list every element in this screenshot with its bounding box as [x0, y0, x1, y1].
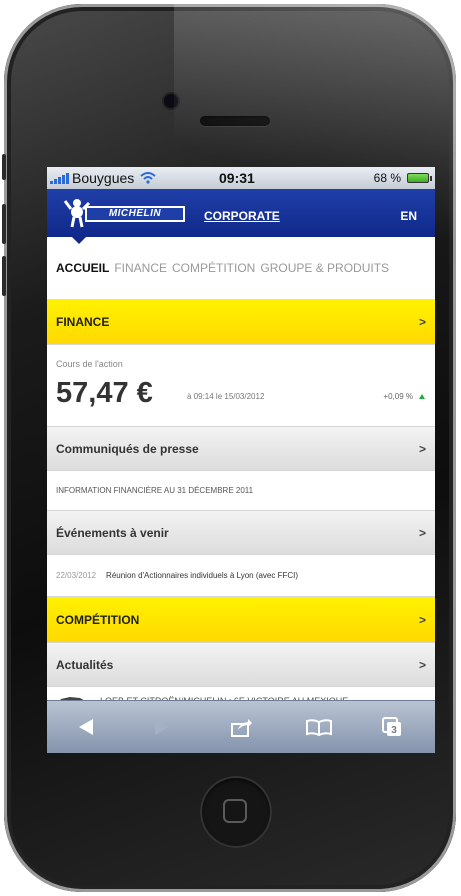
- signal-strength-icon: [50, 172, 69, 184]
- battery-percent: 68 %: [373, 171, 401, 185]
- chevron-right-icon: >: [418, 314, 426, 329]
- clock: 09:31: [219, 170, 255, 186]
- share-button[interactable]: [227, 701, 257, 753]
- event-date: 22/03/2012: [56, 571, 97, 580]
- main-nav-tabs: ACCUEIL FINANCE COMPÉTITION GROUPE & PRO…: [47, 237, 435, 299]
- volume-up-button: [2, 204, 6, 244]
- press-release-item[interactable]: INFORMATION FINANCIÈRE AU 31 DÉCEMBRE 20…: [47, 471, 435, 511]
- chevron-right-icon: >: [418, 657, 426, 672]
- press-releases-title: Communiqués de presse: [56, 441, 199, 456]
- carrier-name: Bouygues: [72, 170, 135, 186]
- stock-label: Cours de l'action: [56, 359, 123, 369]
- front-camera: [164, 94, 178, 108]
- battery-icon: [407, 173, 432, 183]
- stock-price: 57,47 €: [56, 377, 153, 409]
- news-header[interactable]: Actualités >: [47, 643, 435, 687]
- mute-switch: [2, 154, 6, 180]
- tab-finance[interactable]: FINANCE: [114, 261, 167, 275]
- chevron-right-icon: >: [418, 612, 426, 627]
- back-button[interactable]: [71, 701, 101, 753]
- tab-competition[interactable]: COMPÉTITION: [172, 261, 255, 275]
- stock-quote: Cours de l'action 57,47 € à 09:14 le 15/…: [47, 345, 435, 427]
- tab-accueil[interactable]: ACCUEIL: [56, 261, 109, 275]
- chevron-right-icon: >: [418, 525, 426, 540]
- tabs-button[interactable]: 3: [377, 701, 407, 753]
- tabs-icon: 3: [382, 717, 401, 736]
- forward-button[interactable]: [147, 701, 177, 753]
- active-tab-pointer: [72, 237, 86, 244]
- logo-text: MICHELIN: [87, 208, 183, 220]
- wifi-icon: [140, 172, 156, 184]
- phone-screen: Bouygues 09:31 68 % MICHELIN CORPORATE E…: [47, 167, 435, 753]
- forward-icon: [155, 719, 169, 735]
- stock-change: +0,09 %: [383, 392, 413, 401]
- status-bar: Bouygues 09:31 68 %: [47, 167, 435, 189]
- event-item[interactable]: 22/03/2012 Réunion d'Actionnaires indivi…: [47, 555, 435, 597]
- finance-section-header[interactable]: FINANCE >: [47, 299, 435, 345]
- upcoming-events-header[interactable]: Événements à venir >: [47, 511, 435, 555]
- safari-toolbar: 3: [47, 700, 435, 753]
- volume-down-button: [2, 256, 6, 296]
- stock-time: à 09:14 le 15/03/2012: [187, 392, 265, 401]
- home-button[interactable]: [200, 776, 272, 848]
- finance-title: FINANCE: [56, 314, 110, 329]
- press-releases-header[interactable]: Communiqués de presse >: [47, 427, 435, 471]
- event-text: Réunion d'Actionnaires individuels à Lyo…: [106, 571, 299, 580]
- site-header: MICHELIN CORPORATE EN: [47, 189, 435, 244]
- upcoming-events-title: Événements à venir: [56, 525, 169, 540]
- tabs-count: 3: [391, 725, 397, 736]
- bookmarks-icon: [306, 719, 332, 736]
- back-icon: [79, 719, 93, 735]
- up-arrow-icon: [419, 394, 425, 399]
- chevron-right-icon: >: [418, 441, 426, 456]
- bookmarks-button[interactable]: [302, 701, 336, 753]
- share-icon: [231, 719, 252, 737]
- corporate-link[interactable]: CORPORATE: [204, 209, 280, 223]
- news-title: Actualités: [56, 657, 114, 672]
- tab-groupe-produits[interactable]: GROUPE & PRODUITS: [260, 261, 389, 275]
- press-release-text: INFORMATION FINANCIÈRE AU 31 DÉCEMBRE 20…: [56, 486, 254, 495]
- michelin-logo[interactable]: MICHELIN: [63, 197, 185, 228]
- language-switch[interactable]: EN: [400, 209, 417, 223]
- competition-section-header[interactable]: COMPÉTITION >: [47, 597, 435, 643]
- competition-title: COMPÉTITION: [56, 612, 140, 627]
- earpiece-speaker: [200, 116, 270, 126]
